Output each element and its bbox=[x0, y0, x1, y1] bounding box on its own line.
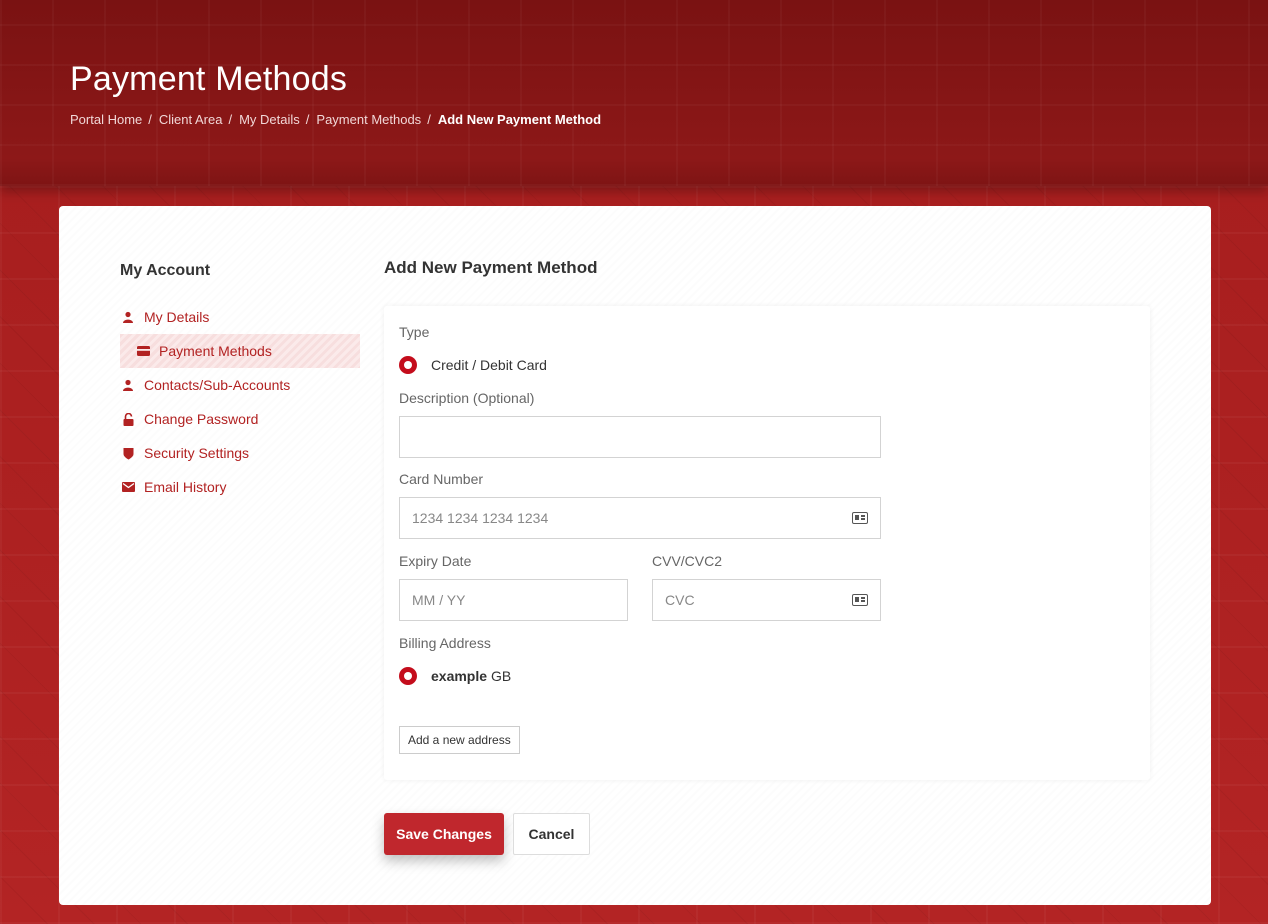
page-header: Payment Methods Portal Home / Client Are… bbox=[0, 0, 1268, 186]
sidebar-item-label: Security Settings bbox=[144, 445, 250, 461]
description-input[interactable] bbox=[399, 416, 881, 458]
sidebar-item-label: Payment Methods bbox=[159, 343, 272, 359]
expiry-cvv-row: Expiry Date MM / YY CVV/CVC2 CVC bbox=[399, 553, 1135, 621]
expiry-input[interactable]: MM / YY bbox=[399, 579, 628, 621]
card-number-placeholder: 1234 1234 1234 1234 bbox=[412, 510, 549, 526]
expiry-label: Expiry Date bbox=[399, 553, 472, 569]
sidebar-item-contacts[interactable]: Contacts/Sub-Accounts bbox=[120, 368, 360, 402]
breadcrumb: Portal Home / Client Area / My Details /… bbox=[70, 112, 601, 127]
expiry-placeholder: MM / YY bbox=[412, 592, 466, 608]
sidebar-item-label: Email History bbox=[144, 479, 227, 495]
card-number-label: Card Number bbox=[399, 471, 484, 487]
shield-icon bbox=[120, 445, 136, 461]
card-id-icon bbox=[852, 512, 868, 524]
sidebar-item-email-history[interactable]: Email History bbox=[120, 470, 360, 504]
billing-country: GB bbox=[491, 668, 512, 684]
sidebar-item-label: Change Password bbox=[144, 411, 259, 427]
expiry-group: Expiry Date MM / YY bbox=[399, 553, 628, 621]
sidebar-title: My Account bbox=[120, 262, 211, 279]
billing-label: Billing Address bbox=[399, 635, 491, 651]
breadcrumb-my-details[interactable]: My Details bbox=[239, 112, 300, 127]
cvv-placeholder: CVC bbox=[665, 592, 695, 608]
description-label: Description (Optional) bbox=[399, 390, 535, 406]
cvv-input[interactable]: CVC bbox=[652, 579, 881, 621]
cancel-button[interactable]: Cancel bbox=[513, 813, 590, 855]
breadcrumb-separator: / bbox=[228, 112, 233, 127]
breadcrumb-client-area[interactable]: Client Area bbox=[159, 112, 223, 127]
type-option-label: Credit / Debit Card bbox=[431, 357, 547, 373]
billing-name: example bbox=[431, 668, 488, 684]
page-title: Payment Methods bbox=[70, 60, 348, 98]
radio-selected-icon[interactable] bbox=[399, 667, 417, 685]
type-option-card[interactable]: Credit / Debit Card bbox=[399, 356, 1135, 374]
breadcrumb-portal-home[interactable]: Portal Home bbox=[70, 112, 142, 127]
breadcrumb-separator: / bbox=[148, 112, 152, 127]
sidebar-item-my-details[interactable]: My Details bbox=[120, 300, 360, 334]
content-card: My Account My Details Payment Methods Co… bbox=[59, 206, 1211, 905]
cvv-group: CVV/CVC2 CVC bbox=[652, 553, 881, 621]
radio-selected-icon[interactable] bbox=[399, 356, 417, 374]
form-actions: Save Changes Cancel bbox=[384, 813, 590, 855]
billing-address-option[interactable]: example GB bbox=[399, 667, 1135, 685]
card-id-icon bbox=[852, 594, 868, 606]
breadcrumb-payment-methods[interactable]: Payment Methods bbox=[316, 112, 421, 127]
type-label: Type bbox=[399, 324, 430, 340]
form-title: Add New Payment Method bbox=[384, 258, 598, 277]
envelope-icon bbox=[120, 479, 136, 495]
user-icon bbox=[120, 377, 136, 393]
payment-form: Type Credit / Debit Card Description (Op… bbox=[384, 306, 1150, 780]
user-icon bbox=[120, 309, 136, 325]
main-content: Add New Payment Method Type Credit / Deb… bbox=[384, 258, 1150, 855]
sidebar-item-label: My Details bbox=[144, 309, 210, 325]
credit-card-icon bbox=[135, 343, 151, 359]
breadcrumb-current: Add New Payment Method bbox=[437, 112, 602, 127]
lock-icon bbox=[120, 411, 136, 427]
breadcrumb-separator: / bbox=[305, 112, 310, 127]
card-number-input[interactable]: 1234 1234 1234 1234 bbox=[399, 497, 881, 539]
sidebar-item-change-password[interactable]: Change Password bbox=[120, 402, 360, 436]
sidebar-item-security-settings[interactable]: Security Settings bbox=[120, 436, 360, 470]
add-address-button[interactable]: Add a new address bbox=[399, 726, 520, 754]
sidebar-item-label: Contacts/Sub-Accounts bbox=[144, 377, 291, 393]
account-sidebar: My Account My Details Payment Methods Co… bbox=[120, 262, 360, 504]
save-button[interactable]: Save Changes bbox=[384, 813, 504, 855]
cvv-label: CVV/CVC2 bbox=[652, 553, 723, 569]
sidebar-item-payment-methods[interactable]: Payment Methods bbox=[120, 334, 360, 368]
breadcrumb-separator: / bbox=[427, 112, 431, 127]
